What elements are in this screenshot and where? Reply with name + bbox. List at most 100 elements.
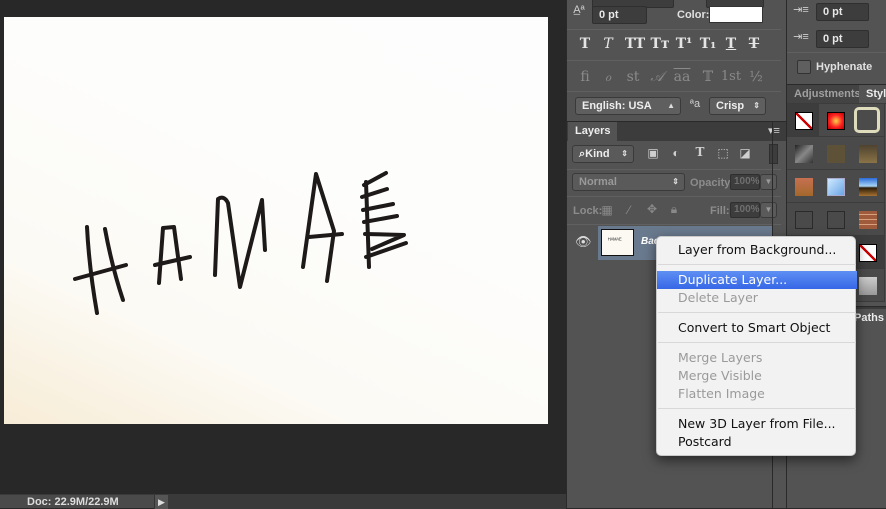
space-before-icon: ⇥≡ (793, 4, 809, 16)
old-style-button[interactable]: ℴ (597, 69, 619, 85)
divider (567, 169, 781, 170)
style-landscape[interactable] (851, 170, 885, 203)
status-menu-arrow-icon[interactable]: ▶ (154, 495, 168, 509)
layer-context-menu: Layer from Background... Duplicate Layer… (656, 236, 857, 456)
stylistic-alternates-button[interactable]: aa (671, 69, 693, 85)
menu-item-delete-layer[interactable]: Delete Layer (657, 289, 857, 307)
lock-transparent-icon[interactable]: ▦ (600, 203, 614, 217)
style-swatch (795, 178, 813, 196)
faux-bold-button[interactable]: T (574, 36, 596, 52)
lock-position-icon[interactable]: ✥ (644, 202, 660, 216)
style-outline-2[interactable] (819, 203, 853, 236)
small-caps-button[interactable]: Tт (649, 36, 671, 52)
style-blue-glass[interactable] (819, 170, 853, 203)
filter-adjustment-icon[interactable]: ◐ (668, 146, 684, 160)
lock-label: Lock: (573, 205, 603, 217)
divider (567, 60, 781, 61)
titling-alternates-button[interactable]: 𝕋 (697, 69, 719, 85)
filter-toggle[interactable] (769, 144, 778, 164)
filter-kind-select[interactable]: ⌕Kind ⇕ (572, 145, 634, 163)
blend-mode-value: Normal (579, 176, 617, 188)
stroke-h1 (85, 225, 99, 315)
style-swatch (827, 211, 845, 229)
divider (567, 224, 781, 225)
doc-size-info: Doc: 22.9M/22.9M (27, 496, 119, 508)
ordinals-button[interactable]: 1st (717, 69, 745, 84)
space-after-icon: ⇥≡ (793, 31, 809, 43)
lock-brush-icon[interactable]: ⁄ (622, 203, 636, 217)
menu-item-new-3d-layer-from-file[interactable]: New 3D Layer from File... (657, 415, 857, 433)
ligatures-button[interactable]: ﬁ (574, 69, 596, 85)
status-bar: Doc: 22.9M/22.9M ▶ (0, 494, 566, 509)
fill-dropdown-icon[interactable]: ▼ (760, 202, 777, 218)
superscript-button[interactable]: T¹ (673, 36, 695, 52)
style-swatch (795, 112, 813, 130)
strikethrough-button[interactable]: T (743, 36, 765, 52)
baseline-shift-field[interactable]: 0 pt (592, 6, 647, 24)
scrollbar-horizontal[interactable] (168, 495, 566, 509)
opacity-dropdown-icon[interactable]: ▼ (760, 174, 777, 190)
style-brick[interactable] (851, 203, 885, 236)
underline-button[interactable]: T (720, 36, 742, 52)
stroke-a1 (157, 225, 183, 285)
style-red-glow[interactable] (819, 104, 853, 137)
fill-field[interactable]: 100% (730, 202, 760, 218)
antialias-value: Crisp (716, 100, 745, 112)
panel-menu-icon[interactable]: ▾≡ (765, 124, 783, 137)
style-swatch (859, 244, 877, 262)
chevron-updown-icon: ▲ (667, 101, 675, 110)
hyphenate-label: Hyphenate (816, 61, 873, 73)
color-swatch[interactable] (709, 6, 763, 23)
space-before-field[interactable]: 0 pt (816, 3, 869, 21)
style-swatch (859, 211, 877, 229)
space-after-field[interactable]: 0 pt (816, 30, 869, 48)
style-outline-1[interactable] (787, 203, 821, 236)
divider (567, 29, 781, 30)
faux-italic-button[interactable]: T (597, 36, 619, 52)
menu-separator (658, 264, 856, 265)
swash-button[interactable]: 𝒜 (646, 69, 668, 85)
all-caps-button[interactable]: TT (622, 36, 648, 52)
menu-item-duplicate-layer[interactable]: Duplicate Layer... (657, 271, 857, 289)
filter-type-icon[interactable]: T (692, 145, 708, 159)
canvas-area (0, 0, 566, 494)
tab-styles[interactable]: Styles (859, 85, 886, 103)
style-swatch (827, 112, 845, 130)
menu-item-postcard[interactable]: Postcard (657, 433, 857, 451)
style-sunset[interactable] (787, 170, 821, 203)
subscript-button[interactable]: T₁ (697, 36, 719, 52)
style-none[interactable] (787, 104, 821, 137)
style-bronze[interactable] (851, 137, 885, 170)
filter-pixel-icon[interactable]: ▣ (645, 146, 661, 160)
language-value: English: USA (582, 100, 652, 112)
blend-mode-select[interactable]: Normal ⇕ (572, 173, 685, 191)
thumbnail-scribble: ᴴᴬᴹᴬᴱ (608, 238, 622, 244)
filter-shape-icon[interactable]: ⬚ (715, 146, 731, 160)
visibility-eye-icon[interactable]: 👁︎ (575, 234, 592, 250)
language-select[interactable]: English: USA ▲ (575, 97, 681, 115)
menu-item-convert-to-smart-object[interactable]: Convert to Smart Object (657, 319, 857, 337)
menu-separator (658, 312, 856, 313)
menu-item-merge-visible[interactable]: Merge Visible (657, 367, 857, 385)
divider (567, 91, 781, 92)
filter-smart-object-icon[interactable]: ◪ (737, 146, 753, 160)
style-chrome[interactable] (787, 137, 821, 170)
menu-item-flatten-image[interactable]: Flatten Image (657, 385, 857, 403)
tab-layers[interactable]: Layers (568, 122, 618, 141)
document-canvas[interactable] (4, 17, 548, 424)
tab-adjustments[interactable]: Adjustments (787, 85, 868, 103)
menu-item-merge-layers[interactable]: Merge Layers (657, 349, 857, 367)
antialias-select[interactable]: Crisp ⇕ (709, 97, 766, 115)
divider (567, 196, 781, 197)
menu-item-layer-from-background[interactable]: Layer from Background... (657, 241, 857, 259)
handwriting-drawing (73, 171, 408, 315)
style-swatch (854, 107, 880, 133)
style-brown[interactable] (819, 137, 853, 170)
fractions-button[interactable]: ½ (745, 69, 767, 85)
style-bevel-frame[interactable] (851, 104, 885, 137)
lock-all-icon[interactable]: 🔒︎ (667, 202, 681, 217)
discretionary-ligatures-button[interactable]: st (622, 69, 644, 85)
stroke-a3 (301, 172, 336, 283)
hyphenate-checkbox[interactable] (797, 60, 811, 74)
opacity-field[interactable]: 100% (730, 174, 760, 190)
